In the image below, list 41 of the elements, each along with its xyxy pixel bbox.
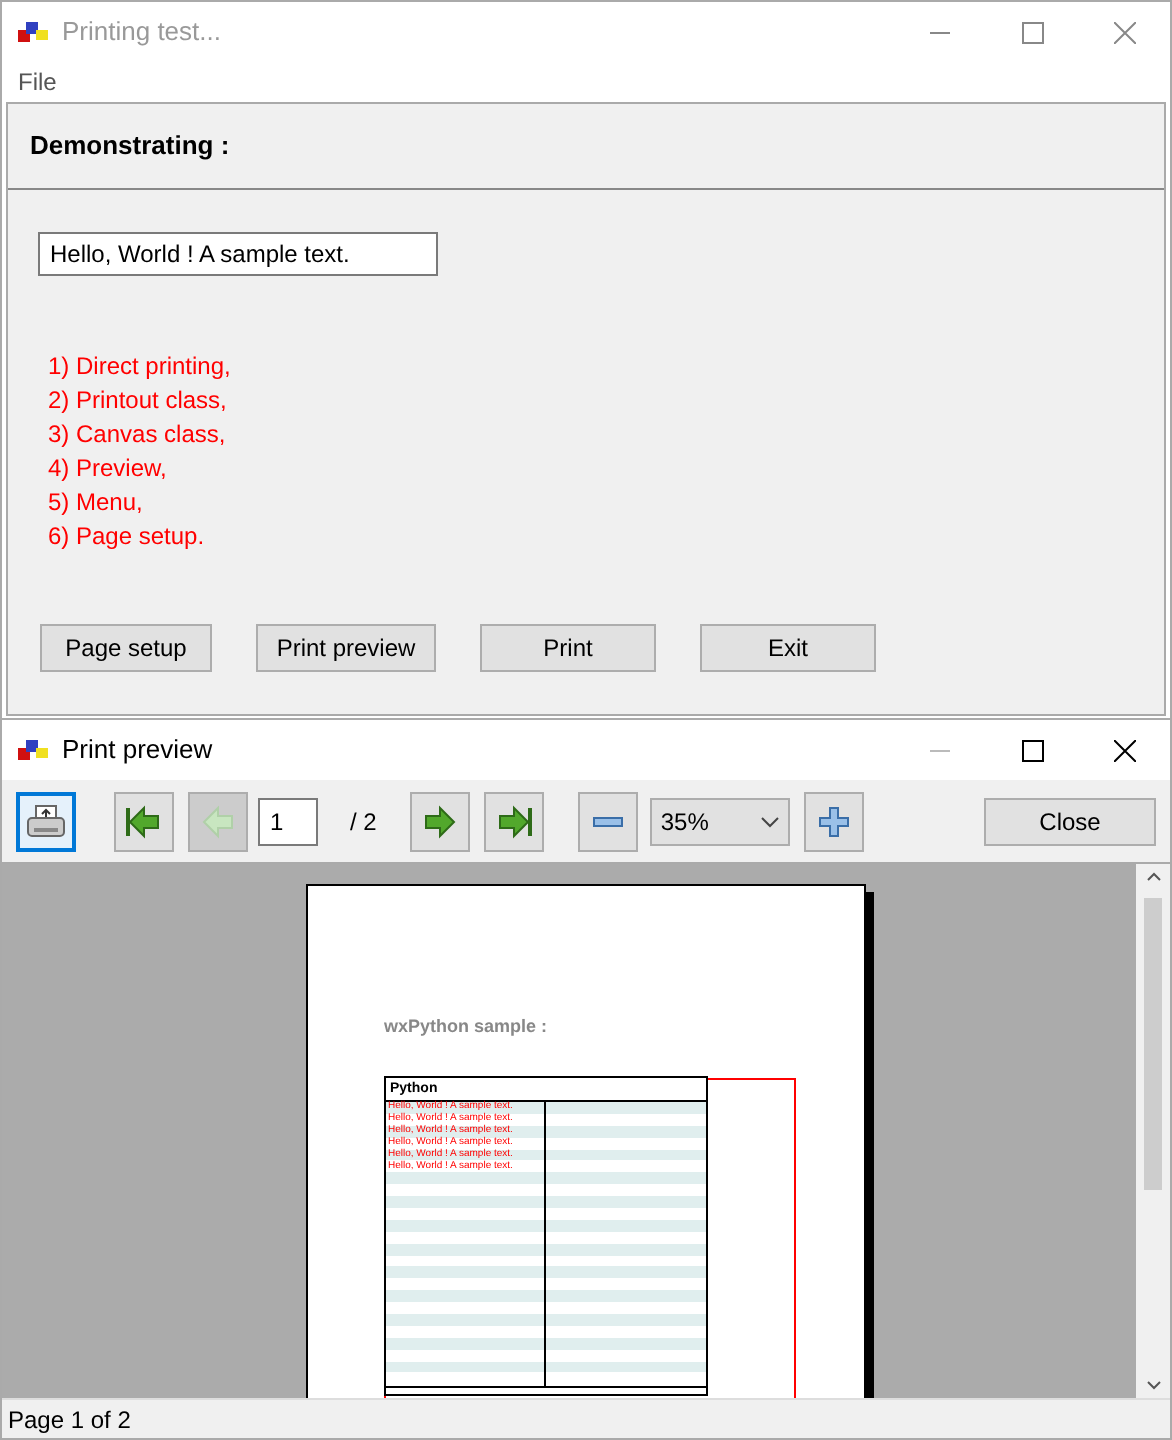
scrollbar-thumb[interactable] xyxy=(1144,898,1162,1190)
right-arrow-icon xyxy=(420,801,461,841)
menu-item[interactable]: File xyxy=(18,64,57,100)
app-logo-icon xyxy=(18,738,50,762)
list-item: 4) Preview, xyxy=(48,452,169,486)
list-item: 3) Canvas class, xyxy=(48,418,228,452)
list-item: 5) Menu, xyxy=(48,486,145,520)
page-count: / 2 xyxy=(350,805,377,839)
page-number-field[interactable]: 1 xyxy=(258,797,318,845)
plus-icon xyxy=(818,805,851,837)
text-field[interactable]: Hello, World ! A sample text. xyxy=(38,232,438,276)
scrollbar[interactable] xyxy=(1136,864,1170,1398)
zoom-in-button[interactable] xyxy=(804,791,865,851)
last-button[interactable] xyxy=(484,791,545,851)
page-heading: wxPython sample : xyxy=(384,1014,548,1040)
status-text: Page 1 of 2 xyxy=(8,1403,131,1437)
last-page-icon xyxy=(494,801,535,841)
app-logo-icon xyxy=(18,20,50,44)
caret-icon xyxy=(760,815,781,827)
close-button[interactable]: Close xyxy=(984,797,1156,845)
first-button[interactable] xyxy=(114,791,174,851)
left-arrow-icon xyxy=(198,801,238,841)
minimize-icon[interactable] xyxy=(930,31,950,33)
maximize-icon[interactable] xyxy=(1021,739,1043,761)
zoom-out-button[interactable] xyxy=(578,791,639,851)
list-item: 1) Direct printing, xyxy=(48,350,233,384)
printer-icon xyxy=(26,803,66,839)
print-button[interactable] xyxy=(16,791,76,851)
button[interactable]: Print xyxy=(480,624,656,672)
heading: Demonstrating : xyxy=(30,128,230,165)
window-title: Printing test... xyxy=(62,14,221,51)
button[interactable]: Print preview xyxy=(256,624,436,672)
window-title: Print preview xyxy=(62,732,213,769)
close-icon[interactable] xyxy=(1113,739,1135,761)
list-item: 2) Printout class, xyxy=(48,384,229,418)
zoom-dropdown[interactable]: 35% xyxy=(650,797,791,845)
button[interactable]: Exit xyxy=(700,624,876,672)
list-item: 6) Page setup. xyxy=(48,520,207,554)
button[interactable]: Page setup xyxy=(40,624,212,672)
next-button[interactable] xyxy=(410,791,471,851)
first-page-icon xyxy=(124,801,164,841)
